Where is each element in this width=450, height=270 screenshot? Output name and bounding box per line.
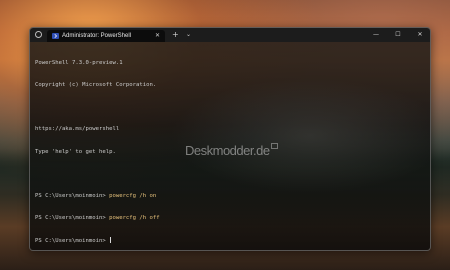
text-cursor (110, 237, 112, 244)
banner-line: PowerShell 7.3.0-preview.1 (35, 59, 123, 66)
watermark-logo-icon (270, 143, 278, 149)
banner-line: Copyright (c) Microsoft Corporation. (35, 82, 157, 89)
prompt-line: PS C:\Users\moinmoin> powercfg /h on (35, 193, 160, 200)
command-text: powercfg /h off (109, 215, 160, 222)
title-bar[interactable]: Administrator: PowerShell ✕ + ⌄ — ☐ ✕ (30, 28, 430, 42)
tab-close-button[interactable]: ✕ (155, 31, 160, 41)
command-text: powercfg /h on (109, 193, 157, 200)
powershell-icon (52, 33, 59, 39)
terminal-output: PowerShell 7.3.0-preview.1 Copyright (c)… (35, 45, 160, 250)
shield-icon (35, 31, 42, 38)
watermark-text: Deskmodder.de (185, 143, 270, 158)
maximize-button[interactable]: ☐ (391, 29, 405, 41)
banner-line (35, 104, 160, 111)
close-button[interactable]: ✕ (413, 29, 427, 41)
prompt-text: PS C:\Users\moinmoin> (35, 193, 110, 200)
prompt-line: PS C:\Users\moinmoin> powercfg /h off (35, 215, 160, 222)
banner-line: Type 'help' to get help. (35, 148, 116, 155)
banner-line: https://aka.ms/powershell (35, 126, 120, 133)
tab-label: Administrator: PowerShell (62, 33, 132, 39)
terminal-window[interactable]: Administrator: PowerShell ✕ + ⌄ — ☐ ✕ Po… (29, 27, 431, 251)
tab-administrator-powershell[interactable]: Administrator: PowerShell ✕ (47, 30, 165, 42)
prompt-text: PS C:\Users\moinmoin> (35, 215, 110, 222)
new-tab-button[interactable]: + (172, 29, 179, 41)
banner-line (35, 171, 160, 178)
terminal-pane[interactable]: PowerShell 7.3.0-preview.1 Copyright (c)… (30, 42, 430, 250)
minimize-button[interactable]: — (369, 29, 383, 41)
watermark: Deskmodder.de (185, 143, 278, 158)
chevron-down-icon[interactable]: ⌄ (186, 29, 191, 41)
prompt-line[interactable]: PS C:\Users\moinmoin> (35, 237, 160, 244)
prompt-text: PS C:\Users\moinmoin> (35, 238, 110, 245)
